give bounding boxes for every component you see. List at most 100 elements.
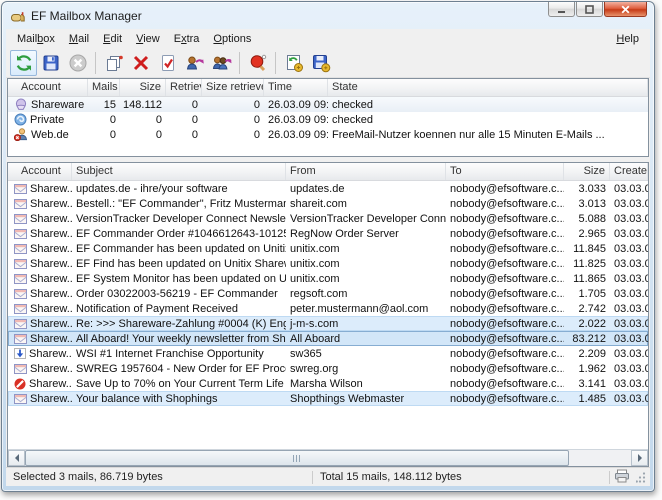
refresh-button[interactable] — [10, 50, 37, 76]
mail-from: RegNow Order Server — [286, 228, 446, 240]
mail-row[interactable]: Sharew...Re: >>> Shareware-Zahlung #0004… — [8, 316, 648, 331]
mail-row[interactable]: Sharew...VersionTracker Developer Connec… — [8, 211, 648, 226]
mail-size: 2.209 — [564, 348, 610, 360]
menu-edit[interactable]: Edit — [96, 31, 129, 47]
mail-from: All Aboard — [286, 333, 446, 345]
mails-column-header-account[interactable]: Account — [8, 163, 72, 180]
menu-mail[interactable]: Mail — [62, 31, 96, 47]
app-icon[interactable] — [10, 8, 26, 24]
mail-size: 83.212 — [564, 333, 610, 345]
mail-account: Sharew... — [8, 183, 72, 195]
copy-button[interactable] — [100, 50, 127, 76]
ping-button[interactable] — [244, 50, 271, 76]
accounts-column-header-retrieved[interactable]: Retrieved — [166, 79, 202, 96]
minimize-button[interactable] — [548, 2, 575, 17]
account-state: checked — [328, 99, 648, 111]
mail-created: 03.03.0 — [610, 273, 648, 285]
mail-subject: EF System Monitor has been updated on Un… — [72, 273, 286, 285]
mails-column-header-from[interactable]: From — [286, 163, 446, 180]
scroll-left-button[interactable] — [8, 450, 25, 466]
mail-row[interactable]: Sharew...Save Up to 70% on Your Current … — [8, 376, 648, 391]
mail-icon — [14, 184, 27, 194]
mail-row[interactable]: Sharew...EF Find has been updated on Uni… — [8, 256, 648, 271]
close-button[interactable] — [604, 2, 647, 17]
mail-icon — [14, 244, 27, 254]
mails-header: AccountSubjectFromToSizeCreated — [8, 163, 648, 181]
mail-row[interactable]: Sharew...All Aboard! Your weekly newslet… — [8, 331, 648, 346]
mail-icon — [14, 394, 27, 404]
scroll-right-button[interactable] — [631, 450, 648, 466]
accounts-column-header-account[interactable]: Account — [8, 79, 88, 96]
account-row[interactable]: Web.de000026.03.09 09:05FreeMail-Nutzer … — [8, 127, 648, 142]
horizontal-scrollbar[interactable] — [8, 449, 648, 466]
save-gold-button[interactable] — [307, 50, 334, 76]
mail-row[interactable]: Sharew...EF System Monitor has been upda… — [8, 271, 648, 286]
mails-column-header-created[interactable]: Created — [610, 163, 648, 180]
mail-created: 03.03.0 — [610, 393, 648, 405]
maximize-button[interactable] — [576, 2, 603, 17]
mail-subject: Notification of Payment Received — [72, 303, 286, 315]
accounts-header: AccountMailsSizeRetrievedSize retrievedT… — [8, 79, 648, 97]
accounts-column-header-state[interactable]: State — [328, 79, 648, 96]
toolbar-separator — [95, 52, 96, 74]
mail-size: 3.141 — [564, 378, 610, 390]
mail-from: peter.mustermann@aol.com — [286, 303, 446, 315]
resize-grip[interactable] — [636, 471, 646, 483]
user-forward-button[interactable] — [181, 50, 208, 76]
account-row[interactable]: Shareware15148.1120026.03.09 09:05checke… — [8, 97, 648, 112]
mail-row[interactable]: Sharew...Notification of Payment Receive… — [8, 301, 648, 316]
mail-created: 03.03.0 — [610, 363, 648, 375]
mail-to: nobody@efsoftware.c... — [446, 303, 564, 315]
mail-created: 03.03.0 — [610, 333, 648, 345]
menu-help[interactable]: Help — [609, 31, 646, 47]
mail-icon — [14, 214, 27, 224]
mail-from: unitix.com — [286, 273, 446, 285]
status-total: Total 15 mails, 148.112 bytes — [313, 471, 609, 483]
mail-size: 1.705 — [564, 288, 610, 300]
statusbar: Selected 3 mails, 86.719 bytes Total 15 … — [6, 467, 650, 486]
mails-column-header-subject[interactable]: Subject — [72, 163, 286, 180]
mail-icon — [14, 274, 27, 284]
delete-button[interactable] — [127, 50, 154, 76]
accounts-column-header-mails[interactable]: Mails — [88, 79, 120, 96]
menu-view[interactable]: View — [129, 31, 167, 47]
menu-options[interactable]: Options — [206, 31, 258, 47]
users-forward-button[interactable] — [208, 50, 235, 76]
menu-mailbox[interactable]: Mailbox — [10, 31, 62, 47]
mail-icon — [14, 304, 27, 314]
mark-button[interactable] — [154, 50, 181, 76]
mails-panel: AccountSubjectFromToSizeCreated Sharew..… — [7, 162, 649, 467]
mail-row[interactable]: Sharew...Bestell.: "EF Commander", Fritz… — [8, 196, 648, 211]
account-size-retrieved: 0 — [202, 129, 264, 141]
menu-extra[interactable]: Extra — [167, 31, 207, 47]
download-icon — [14, 348, 26, 359]
accounts-column-header-size[interactable]: Size — [120, 79, 166, 96]
accounts-column-header-time[interactable]: Time — [264, 79, 328, 96]
mail-row[interactable]: Sharew...EF Commander Order #1046612643-… — [8, 226, 648, 241]
mail-created: 03.03.0 — [610, 198, 648, 210]
toolbar-separator — [239, 52, 240, 74]
mail-from: unitix.com — [286, 243, 446, 255]
accounts-panel: AccountMailsSizeRetrievedSize retrievedT… — [7, 78, 649, 157]
mail-created: 03.03.0 — [610, 378, 648, 390]
mail-created: 03.03.0 — [610, 303, 648, 315]
accounts-column-header-size-retrieved[interactable]: Size retrieved — [202, 79, 264, 96]
mail-to: nobody@efsoftware.c... — [446, 228, 564, 240]
mails-column-header-size[interactable]: Size — [564, 163, 610, 180]
client-area: Mailbox Mail Edit View Extra Options Hel… — [6, 29, 650, 486]
refresh-gold-button[interactable] — [280, 50, 307, 76]
mail-row[interactable]: Sharew...Your balance with ShophingsShop… — [8, 391, 648, 406]
mail-row[interactable]: Sharew...Order 03022003-56219 - EF Comma… — [8, 286, 648, 301]
mail-row[interactable]: Sharew...WSI #1 Internet Franchise Oppor… — [8, 346, 648, 361]
mail-row[interactable]: Sharew...updates.de - ihre/your software… — [8, 181, 648, 196]
mail-icon — [14, 289, 27, 299]
mail-row[interactable]: Sharew...EF Commander has been updated o… — [8, 241, 648, 256]
scrollbar-thumb[interactable] — [25, 450, 569, 466]
account-row[interactable]: Private000026.03.09 09:05checked — [8, 112, 648, 127]
save-button[interactable] — [37, 50, 64, 76]
account-size-retrieved: 0 — [202, 99, 264, 111]
account-time: 26.03.09 09:05 — [264, 114, 328, 126]
mails-column-header-to[interactable]: To — [446, 163, 564, 180]
mail-row[interactable]: Sharew...SWREG 1957604 - New Order for E… — [8, 361, 648, 376]
stop-button[interactable] — [64, 50, 91, 76]
